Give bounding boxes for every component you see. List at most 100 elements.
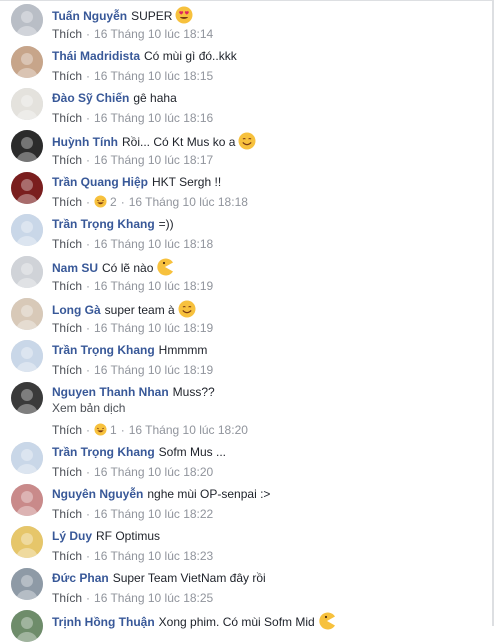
commenter-name-link[interactable]: Long Gà <box>52 303 101 317</box>
separator-dot: · <box>86 423 91 437</box>
avatar[interactable] <box>11 88 43 120</box>
avatar[interactable] <box>11 46 43 78</box>
commenter-name-link[interactable]: Thái Madridista <box>52 49 140 63</box>
comment-timestamp-link[interactable]: 16 Tháng 10 lúc 18:18 <box>94 237 213 251</box>
comment-body: Trần Trọng Khang Hmmmm <box>52 342 207 358</box>
comment-text: Sofm Mus ... <box>158 445 227 459</box>
like-button[interactable]: Thích <box>52 549 82 563</box>
commenter-name-link[interactable]: Lý Duy <box>52 529 92 543</box>
like-button[interactable]: Thích <box>52 237 82 251</box>
avatar[interactable] <box>11 568 43 600</box>
avatar[interactable] <box>11 382 43 414</box>
comment-timestamp-link[interactable]: 16 Tháng 10 lúc 18:18 <box>129 195 248 209</box>
comment-text: super team à <box>104 303 175 317</box>
comment-timestamp-link[interactable]: 16 Tháng 10 lúc 18:20 <box>129 423 248 437</box>
comment-text: Có lẽ nào <box>102 261 154 275</box>
commenter-name-link[interactable]: Trần Trọng Khang <box>52 217 155 231</box>
like-button[interactable]: Thích <box>52 321 82 335</box>
comment-meta: Thích · 16 Tháng 10 lúc 18:23 <box>52 548 213 564</box>
smile-emoji-icon <box>175 300 196 318</box>
reaction-count[interactable]: 2 <box>94 195 117 209</box>
comment-timestamp-link[interactable]: 16 Tháng 10 lúc 18:14 <box>94 27 213 41</box>
commenter-name-link[interactable]: Nguyen Thanh Nhan <box>52 385 169 399</box>
commenter-name-link[interactable]: Đào Sỹ Chiến <box>52 91 129 105</box>
like-button[interactable]: Thích <box>52 153 82 167</box>
comment-body: Nam SU Có lẽ nào <box>52 258 174 276</box>
comment-timestamp-link[interactable]: 16 Tháng 10 lúc 18:15 <box>94 69 213 83</box>
commenter-name-link[interactable]: Trần Trọng Khang <box>52 445 155 459</box>
comment-timestamp-link[interactable]: 16 Tháng 10 lúc 18:20 <box>94 465 213 479</box>
comment-text: Muss?? <box>172 385 215 399</box>
like-button[interactable]: Thích <box>52 195 82 209</box>
separator-dot: · <box>86 465 91 479</box>
like-button[interactable]: Thích <box>52 279 82 293</box>
like-button[interactable]: Thích <box>52 111 82 125</box>
commenter-name-link[interactable]: Tuấn Nguyễn <box>52 9 127 23</box>
comment-body: Đào Sỹ Chiến gê haha <box>52 90 177 106</box>
comment-text: =)) <box>158 217 174 231</box>
like-button[interactable]: Thích <box>52 507 82 521</box>
haha-reaction-icon <box>94 423 110 437</box>
like-button[interactable]: Thích <box>52 465 82 479</box>
avatar[interactable] <box>11 214 43 246</box>
comment-timestamp-link[interactable]: 16 Tháng 10 lúc 18:19 <box>94 279 213 293</box>
separator-dot: · <box>86 507 91 521</box>
avatar[interactable] <box>11 340 43 372</box>
comment-timestamp-link[interactable]: 16 Tháng 10 lúc 18:17 <box>94 153 213 167</box>
commenter-name-link[interactable]: Nguyên Nguyễn <box>52 487 143 501</box>
comment-meta: Thích · 16 Tháng 10 lúc 18:19 <box>52 278 213 294</box>
separator-dot: · <box>120 423 125 437</box>
commenter-name-link[interactable]: Trịnh Hồng Thuận <box>52 615 155 629</box>
pacman-emoji-icon <box>315 612 336 630</box>
comment-timestamp-link[interactable]: 16 Tháng 10 lúc 18:16 <box>94 111 213 125</box>
avatar[interactable] <box>11 298 43 330</box>
comment-meta: Thích · 1 · 16 Tháng 10 lúc 18:20 <box>52 422 248 438</box>
comment-timestamp-link[interactable]: 16 Tháng 10 lúc 18:19 <box>94 363 213 377</box>
avatar[interactable] <box>11 526 43 558</box>
avatar[interactable] <box>11 610 43 642</box>
separator-dot: · <box>86 591 91 605</box>
comment-text: Có mùi gì đó..kkk <box>144 49 237 63</box>
avatar[interactable] <box>11 256 43 288</box>
comment-meta: Thích · 16 Tháng 10 lúc 18:20 <box>52 464 213 480</box>
avatar[interactable] <box>11 4 43 36</box>
comment-meta: Thích · 16 Tháng 10 lúc 18:17 <box>52 152 213 168</box>
comment-timestamp-link[interactable]: 16 Tháng 10 lúc 18:23 <box>94 549 213 563</box>
commenter-name-link[interactable]: Đức Phan <box>52 571 109 585</box>
smile-emoji-icon <box>235 132 256 150</box>
separator-dot: · <box>86 69 91 83</box>
pacman-emoji-icon <box>153 258 174 276</box>
like-button[interactable]: Thích <box>52 69 82 83</box>
avatar[interactable] <box>11 442 43 474</box>
separator-dot: · <box>86 195 91 209</box>
like-button[interactable]: Thích <box>52 423 82 437</box>
comment-timestamp-link[interactable]: 16 Tháng 10 lúc 18:22 <box>94 507 213 521</box>
see-translation-link[interactable]: Xem bản dịch <box>52 400 125 416</box>
separator-dot: · <box>86 237 91 251</box>
like-button[interactable]: Thích <box>52 363 82 377</box>
commenter-name-link[interactable]: Trần Quang Hiệp <box>52 175 148 189</box>
commenter-name-link[interactable]: Huỳnh Tính <box>52 135 118 149</box>
comment-meta: Thích · 16 Tháng 10 lúc 18:19 <box>52 320 213 336</box>
comment-body: Nguyên Nguyễn nghe mùi OP-senpai :> <box>52 486 270 502</box>
like-button[interactable]: Thích <box>52 591 82 605</box>
separator-dot: · <box>86 363 91 377</box>
comment-body: Trịnh Hồng Thuận Xong phim. Có mùi Sofm M… <box>52 612 336 630</box>
comment-meta: Thích · 16 Tháng 10 lúc 18:16 <box>52 110 213 126</box>
avatar[interactable] <box>11 484 43 516</box>
comment-body: Lý Duy RF Optimus <box>52 528 160 544</box>
comment-text: Xong phim. Có mùi Sofm Mid <box>158 615 315 629</box>
comment-text: Rồi... Có Kt Mus ko a <box>122 135 236 149</box>
commenter-name-link[interactable]: Trần Trọng Khang <box>52 343 155 357</box>
avatar[interactable] <box>11 130 43 162</box>
avatar[interactable] <box>11 172 43 204</box>
commenter-name-link[interactable]: Nam SU <box>52 261 98 275</box>
comment-text: nghe mùi OP-senpai :> <box>147 487 271 501</box>
separator-dot: · <box>86 549 91 563</box>
like-button[interactable]: Thích <box>52 27 82 41</box>
comment-meta: Thích · 16 Tháng 10 lúc 18:22 <box>52 506 213 522</box>
haha-reaction-icon <box>94 195 110 209</box>
reaction-count[interactable]: 1 <box>94 423 117 437</box>
comment-timestamp-link[interactable]: 16 Tháng 10 lúc 18:25 <box>94 591 213 605</box>
comment-timestamp-link[interactable]: 16 Tháng 10 lúc 18:19 <box>94 321 213 335</box>
